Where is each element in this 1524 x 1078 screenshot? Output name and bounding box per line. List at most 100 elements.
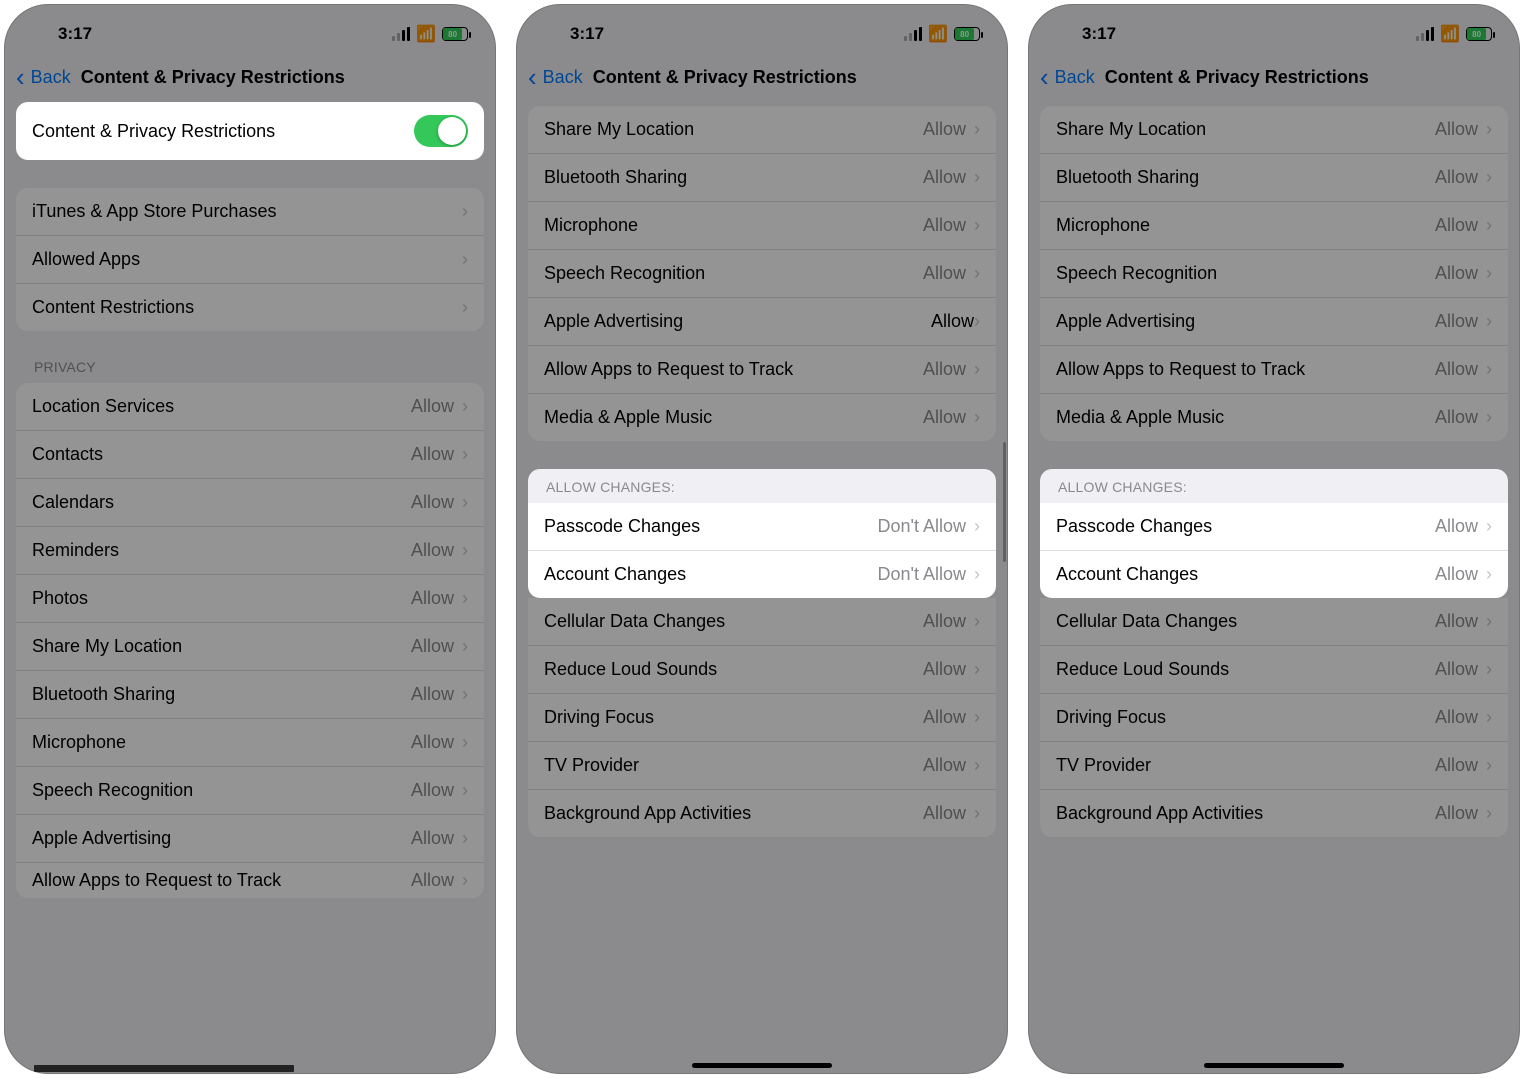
row-tv-provider[interactable]: TV ProviderAllow› (1040, 741, 1508, 789)
chevron-right-icon: › (974, 407, 980, 428)
row-photos[interactable]: PhotosAllow› (16, 574, 484, 622)
row-value: Allow (411, 684, 454, 705)
row-request-track[interactable]: Allow Apps to Request to TrackAllow› (528, 345, 996, 393)
row-bluetooth[interactable]: Bluetooth SharingAllow› (16, 670, 484, 718)
row-bluetooth[interactable]: Bluetooth SharingAllow› (1040, 153, 1508, 201)
row-value: Allow (923, 359, 966, 380)
back-chevron-icon[interactable]: ‹ (16, 64, 25, 90)
row-value: Allow (1435, 215, 1478, 236)
row-location-services[interactable]: Location ServicesAllow› (16, 383, 484, 430)
row-value: Allow (411, 540, 454, 561)
row-speech[interactable]: Speech RecognitionAllow› (528, 249, 996, 297)
group-privacy-continued: Share My LocationAllow› Bluetooth Sharin… (1040, 106, 1508, 441)
highlight-toggle-section: Content & Privacy Restrictions (16, 102, 484, 160)
row-request-track[interactable]: Allow Apps to Request to TrackAllow› (16, 862, 484, 898)
battery-icon: 80 (1466, 27, 1492, 41)
chevron-right-icon: › (462, 828, 468, 849)
row-tv-provider[interactable]: TV ProviderAllow› (528, 741, 996, 789)
group-header-allow-changes: ALLOW CHANGES: (528, 469, 996, 503)
row-allowed-apps[interactable]: Allowed Apps › (16, 235, 484, 283)
row-media-music[interactable]: Media & Apple MusicAllow› (528, 393, 996, 441)
row-value: Allow (923, 119, 966, 140)
row-cellular-changes[interactable]: Cellular Data ChangesAllow› (528, 598, 996, 645)
battery-icon: 80 (442, 27, 468, 41)
back-button[interactable]: Back (31, 67, 71, 88)
row-driving-focus[interactable]: Driving FocusAllow› (528, 693, 996, 741)
back-button[interactable]: Back (543, 67, 583, 88)
row-label: Calendars (32, 492, 411, 513)
row-microphone[interactable]: MicrophoneAllow› (16, 718, 484, 766)
row-value: Allow (411, 444, 454, 465)
row-advertising[interactable]: Apple AdvertisingAllow› (16, 814, 484, 862)
row-reduce-loud[interactable]: Reduce Loud SoundsAllow› (1040, 645, 1508, 693)
highlight-allow-changes: ALLOW CHANGES: Passcode ChangesDon't All… (528, 469, 996, 598)
row-content-privacy-toggle[interactable]: Content & Privacy Restrictions (16, 102, 484, 160)
row-share-location[interactable]: Share My LocationAllow› (1040, 106, 1508, 153)
row-share-location[interactable]: Share My LocationAllow› (528, 106, 996, 153)
row-media-music[interactable]: Media & Apple MusicAllow› (1040, 393, 1508, 441)
row-calendars[interactable]: CalendarsAllow› (16, 478, 484, 526)
row-content-restrictions[interactable]: Content Restrictions › (16, 283, 484, 331)
toggle-switch[interactable] (414, 115, 468, 147)
row-account-changes[interactable]: Account ChangesDon't Allow› (528, 550, 996, 598)
row-label: TV Provider (1056, 755, 1435, 776)
row-label: Account Changes (1056, 564, 1435, 585)
page-title: Content & Privacy Restrictions (1105, 67, 1369, 88)
home-indicator[interactable] (1204, 1063, 1344, 1068)
row-value: Allow (1435, 803, 1478, 824)
row-speech[interactable]: Speech RecognitionAllow› (16, 766, 484, 814)
row-label: Speech Recognition (32, 780, 411, 801)
row-label: Contacts (32, 444, 411, 465)
row-label: Account Changes (544, 564, 878, 585)
content-area[interactable]: Share My LocationAllow› Bluetooth Sharin… (516, 102, 1008, 1072)
group-header-allow-changes: ALLOW CHANGES: (1040, 469, 1508, 503)
content-area[interactable]: Share My LocationAllow› Bluetooth Sharin… (1028, 102, 1520, 1072)
cellular-icon (1416, 27, 1434, 41)
home-indicator[interactable] (692, 1063, 832, 1068)
row-value: Allow (411, 492, 454, 513)
back-chevron-icon[interactable]: ‹ (528, 64, 537, 90)
chevron-right-icon: › (1486, 707, 1492, 728)
row-speech[interactable]: Speech RecognitionAllow› (1040, 249, 1508, 297)
row-bluetooth[interactable]: Bluetooth SharingAllow› (528, 153, 996, 201)
content-area[interactable]: Content & Privacy Restrictions iTunes & … (4, 102, 496, 1072)
row-share-location[interactable]: Share My LocationAllow› (16, 622, 484, 670)
page-title: Content & Privacy Restrictions (593, 67, 857, 88)
back-button[interactable]: Back (1055, 67, 1095, 88)
row-passcode-changes[interactable]: Passcode ChangesDon't Allow› (528, 503, 996, 550)
row-label: Content Restrictions (32, 297, 462, 318)
row-label: Background App Activities (544, 803, 923, 824)
row-reminders[interactable]: RemindersAllow› (16, 526, 484, 574)
group-main: iTunes & App Store Purchases › Allowed A… (16, 188, 484, 331)
group-header-privacy: PRIVACY (16, 359, 484, 383)
chevron-right-icon: › (974, 311, 980, 331)
row-advertising[interactable]: Apple AdvertisingAllow› (528, 297, 996, 345)
battery-icon: 80 (954, 27, 980, 41)
row-driving-focus[interactable]: Driving FocusAllow› (1040, 693, 1508, 741)
chevron-right-icon: › (1486, 311, 1492, 332)
chevron-right-icon: › (974, 659, 980, 680)
row-contacts[interactable]: ContactsAllow› (16, 430, 484, 478)
row-itunes-purchases[interactable]: iTunes & App Store Purchases › (16, 188, 484, 235)
group-privacy: Location ServicesAllow› ContactsAllow› C… (16, 383, 484, 898)
row-label: Apple Advertising (544, 311, 931, 332)
wifi-icon: 📶 (1440, 24, 1460, 44)
chevron-right-icon: › (1486, 359, 1492, 380)
row-label: Bluetooth Sharing (544, 167, 923, 188)
row-reduce-loud[interactable]: Reduce Loud SoundsAllow› (528, 645, 996, 693)
row-request-track[interactable]: Allow Apps to Request to TrackAllow› (1040, 345, 1508, 393)
row-passcode-changes[interactable]: Passcode ChangesAllow› (1040, 503, 1508, 550)
scroll-indicator[interactable] (1003, 442, 1006, 562)
row-cellular-changes[interactable]: Cellular Data ChangesAllow› (1040, 598, 1508, 645)
row-microphone[interactable]: MicrophoneAllow› (528, 201, 996, 249)
row-value: Allow (923, 659, 966, 680)
row-bg-activities[interactable]: Background App ActivitiesAllow› (1040, 789, 1508, 837)
row-advertising[interactable]: Apple AdvertisingAllow› (1040, 297, 1508, 345)
back-chevron-icon[interactable]: ‹ (1040, 64, 1049, 90)
row-label: Allowed Apps (32, 249, 462, 270)
row-bg-activities[interactable]: Background App ActivitiesAllow› (528, 789, 996, 837)
status-bar: 3:17 📶 80 (4, 4, 496, 56)
chevron-right-icon: › (462, 297, 468, 318)
row-account-changes[interactable]: Account ChangesAllow› (1040, 550, 1508, 598)
row-microphone[interactable]: MicrophoneAllow› (1040, 201, 1508, 249)
